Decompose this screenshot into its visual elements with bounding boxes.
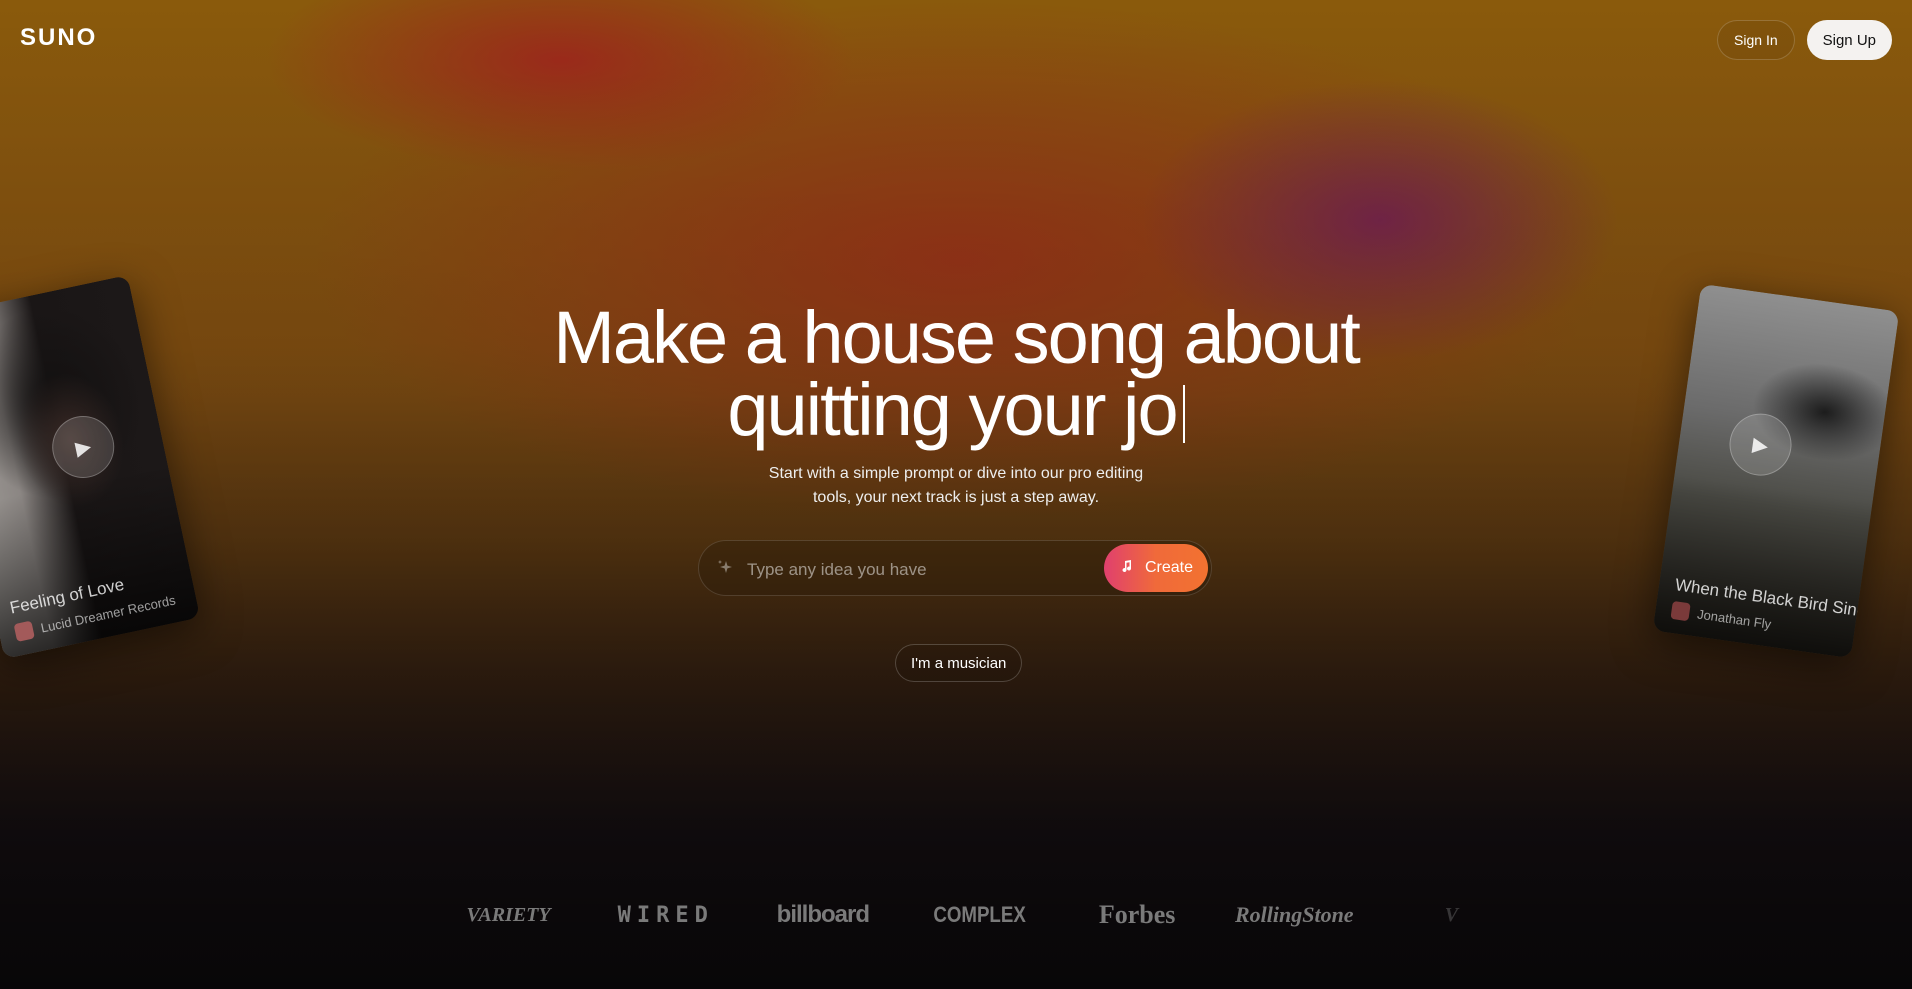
- billboard-logo: billboard: [776, 901, 870, 928]
- music-note-icon: [1119, 558, 1135, 579]
- artist-avatar: [13, 620, 35, 642]
- wired-logo: WIRED: [617, 902, 714, 928]
- artist-avatar: [1670, 600, 1691, 622]
- hero-headline: Make a house song about quitting your jo: [0, 301, 1912, 447]
- headline-line-1: Make a house song about: [553, 296, 1361, 379]
- prompt-bar: Create: [698, 540, 1212, 596]
- create-label: Create: [1144, 559, 1194, 576]
- sign-up-button[interactable]: Sign Up: [1806, 20, 1892, 60]
- subtitle-line-2: tools, your next track is just a step aw…: [812, 489, 1100, 506]
- idea-input[interactable]: [745, 555, 1089, 585]
- create-button[interactable]: Create: [1104, 544, 1208, 592]
- variety-logo-faded: V: [1444, 903, 1459, 926]
- subtitle-line-1: Start with a simple prompt or dive into …: [768, 465, 1144, 482]
- top-nav: Sign In Sign Up: [1717, 20, 1892, 60]
- sparkle-icon: [717, 559, 735, 577]
- variety-logo: VARIETY: [466, 903, 551, 926]
- press-logos: VARIETY WIRED billboard COMPLEX Forbes R…: [430, 900, 1530, 930]
- complex-logo: COMPLEX: [933, 902, 1027, 927]
- suno-logo[interactable]: SUNO: [20, 24, 97, 52]
- forbes-logo: Forbes: [1098, 900, 1176, 929]
- hero-subtitle: Start with a simple prompt or dive into …: [0, 462, 1912, 510]
- rolling-stone-logo: RollingStone: [1234, 902, 1354, 927]
- headline-line-2: quitting your jo: [727, 368, 1178, 451]
- sign-in-button[interactable]: Sign In: [1717, 20, 1795, 60]
- hero-section: Make a house song about quitting your jo…: [0, 301, 1912, 510]
- musician-button[interactable]: I'm a musician: [895, 644, 1023, 682]
- typing-cursor: [1182, 385, 1185, 443]
